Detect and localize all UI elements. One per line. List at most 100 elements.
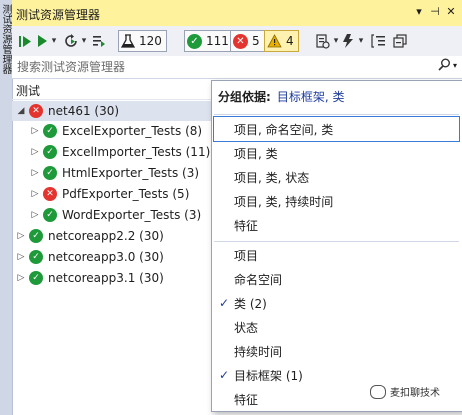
passed-status-icon: ✓ xyxy=(43,208,57,222)
menu-item-label: 命名空间 xyxy=(234,272,283,287)
close-icon[interactable]: ✕ xyxy=(444,5,458,18)
menu-item-label: 特征 xyxy=(234,392,259,407)
toolbar: ▾ ▾ 120 ✓ 111 ✕ 5 4 ▾ ▾ xyxy=(12,26,462,57)
run-after-build-icon[interactable] xyxy=(342,32,356,50)
total-tests-counter[interactable]: 120 xyxy=(118,30,167,52)
run-all-icon[interactable] xyxy=(18,32,32,50)
tree-row-label: netcoreapp3.1 (30) xyxy=(48,271,164,285)
group-by-heading-label: 分组依据: xyxy=(218,90,271,104)
collapsed-arrow-icon[interactable]: ▷ xyxy=(30,168,40,178)
checkmark-icon: ✓ xyxy=(218,296,230,310)
collapsed-arrow-icon[interactable]: ▷ xyxy=(16,231,26,241)
collapsed-arrow-icon[interactable]: ▷ xyxy=(16,273,26,283)
check-icon: ✓ xyxy=(187,33,202,49)
collapsed-arrow-icon[interactable]: ▷ xyxy=(30,189,40,199)
collapsed-arrow-icon[interactable]: ▷ xyxy=(16,252,26,262)
tree-row-label: PdfExporter_Tests (5) xyxy=(62,187,190,201)
passed-tests-counter[interactable]: ✓ 111 xyxy=(184,30,234,52)
warnings-counter[interactable]: 4 xyxy=(264,30,299,52)
tree-row-label: ExcelImporter_Tests (11) xyxy=(62,145,211,159)
preset-project-namespace-class[interactable]: 项目, 命名空间, 类 xyxy=(213,116,460,142)
passed-status-icon: ✓ xyxy=(43,166,57,180)
failed-tests-counter[interactable]: ✕ 5 xyxy=(230,30,265,52)
passed-status-icon: ✓ xyxy=(29,271,43,285)
preset-project-class[interactable]: 项目, 类 xyxy=(214,141,459,165)
tree-row-label: HtmlExporter_Tests (3) xyxy=(62,166,200,180)
passed-status-icon: ✓ xyxy=(29,250,43,264)
option-class[interactable]: ✓ 类 (2) xyxy=(214,291,459,315)
collapsed-arrow-icon[interactable]: ▷ xyxy=(30,210,40,220)
preset-traits[interactable]: 特征 xyxy=(214,213,459,237)
tree-row-htmlexporter[interactable]: ▷ ✓ HtmlExporter_Tests (3) xyxy=(30,163,199,183)
tree-row-excelexporter[interactable]: ▷ ✓ ExcelExporter_Tests (8) xyxy=(30,121,202,141)
search-dropdown-icon[interactable]: ▾ xyxy=(453,61,457,70)
repeat-run-icon[interactable] xyxy=(64,32,78,50)
tree-row-label: netcoreapp2.2 (30) xyxy=(48,229,164,243)
title-bar: 测试资源管理器 ▾ ⊣ ✕ xyxy=(12,0,462,27)
search-icon[interactable] xyxy=(438,58,451,75)
watermark-text: 麦扣聊技术 xyxy=(390,388,440,399)
warning-icon xyxy=(267,34,282,48)
tree-row-label: net461 (30) xyxy=(48,104,120,118)
checkmark-icon: ✓ xyxy=(218,368,230,382)
wechat-icon xyxy=(370,384,386,399)
divider xyxy=(214,114,459,115)
preset-project-class-duration[interactable]: 项目, 类, 持续时间 xyxy=(214,189,459,213)
expanded-arrow-icon[interactable]: ◢ xyxy=(16,106,26,116)
group-by-icon[interactable] xyxy=(370,32,386,50)
x-icon: ✕ xyxy=(233,33,248,49)
repeat-dropdown-icon[interactable]: ▾ xyxy=(80,32,88,50)
tree-row-netcoreapp30[interactable]: ▷ ✓ netcoreapp3.0 (30) xyxy=(16,247,164,267)
window-title: 测试资源管理器 xyxy=(16,8,101,22)
tree-row-pdfexporter[interactable]: ▷ ✕ PdfExporter_Tests (5) xyxy=(30,184,189,204)
playlist-icon[interactable] xyxy=(92,32,106,50)
group-by-heading-value: 目标框架, 类 xyxy=(276,90,345,104)
menu-item-label: 持续时间 xyxy=(234,344,283,359)
side-tab-label: 测试资源管理器 xyxy=(0,4,11,74)
group-by-heading: 分组依据: 目标框架, 类 xyxy=(218,88,344,105)
option-status[interactable]: 状态 xyxy=(214,315,459,339)
run-dropdown-icon[interactable]: ▾ xyxy=(50,32,58,50)
failed-status-icon: ✕ xyxy=(43,187,57,201)
warning-count: 4 xyxy=(286,34,294,48)
run-icon[interactable] xyxy=(36,32,48,50)
search-bar: ▾ xyxy=(12,56,462,79)
divider xyxy=(214,241,459,242)
watermark: 麦扣聊技术 xyxy=(370,384,440,399)
menu-item-label: 项目, 类 xyxy=(234,146,278,161)
search-input[interactable] xyxy=(15,58,439,76)
group-by-popup: 分组依据: 目标框架, 类 项目, 命名空间, 类 项目, 类 项目, 类, 状态… xyxy=(211,80,462,412)
option-namespace[interactable]: 命名空间 xyxy=(214,267,459,291)
window-menu-dropdown-icon[interactable]: ▾ xyxy=(412,5,426,18)
flask-icon xyxy=(121,33,135,49)
menu-item-label: 目标框架 (1) xyxy=(234,368,303,383)
tree-row-excelimporter[interactable]: ▷ ✓ ExcelImporter_Tests (11) xyxy=(30,142,210,162)
passed-status-icon: ✓ xyxy=(29,229,43,243)
menu-item-label: 状态 xyxy=(234,320,259,335)
tree-header-label: 测试 xyxy=(16,84,41,98)
pin-icon[interactable]: ⊣ xyxy=(428,5,442,18)
preset-project-class-status[interactable]: 项目, 类, 状态 xyxy=(214,165,459,189)
tree-row-label: WordExporter_Tests (3) xyxy=(62,208,202,222)
test-explorer-window: 测试资源管理器 ▾ ⊣ ✕ ▾ ▾ 120 ✓ 111 ✕ 5 4 ▾ ▾ 搜索… xyxy=(12,0,462,415)
menu-item-label: 类 (2) xyxy=(234,296,267,311)
passed-status-icon: ✓ xyxy=(43,124,57,138)
settings-dropdown-icon[interactable]: ▾ xyxy=(332,32,340,50)
tree-row-label: netcoreapp3.0 (30) xyxy=(48,250,164,264)
passed-count: 111 xyxy=(206,34,229,48)
total-count: 120 xyxy=(139,34,162,48)
menu-item-label: 项目, 类, 状态 xyxy=(234,170,310,185)
run-after-build-dropdown-icon[interactable]: ▾ xyxy=(357,32,365,50)
passed-status-icon: ✓ xyxy=(43,145,57,159)
option-duration[interactable]: 持续时间 xyxy=(214,339,459,363)
option-project[interactable]: 项目 xyxy=(214,243,459,267)
tree-row-netcoreapp31[interactable]: ▷ ✓ netcoreapp3.1 (30) xyxy=(16,268,164,288)
menu-item-label: 项目, 类, 持续时间 xyxy=(234,194,334,209)
tree-row-wordexporter[interactable]: ▷ ✓ WordExporter_Tests (3) xyxy=(30,205,201,225)
collapsed-arrow-icon[interactable]: ▷ xyxy=(30,126,40,136)
tree-row-netcoreapp22[interactable]: ▷ ✓ netcoreapp2.2 (30) xyxy=(16,226,164,246)
playlist-settings-icon[interactable] xyxy=(314,32,330,50)
tree-row-net461[interactable]: ◢ ✕ net461 (30) xyxy=(12,101,216,121)
collapse-all-icon[interactable] xyxy=(392,32,408,50)
collapsed-arrow-icon[interactable]: ▷ xyxy=(30,147,40,157)
